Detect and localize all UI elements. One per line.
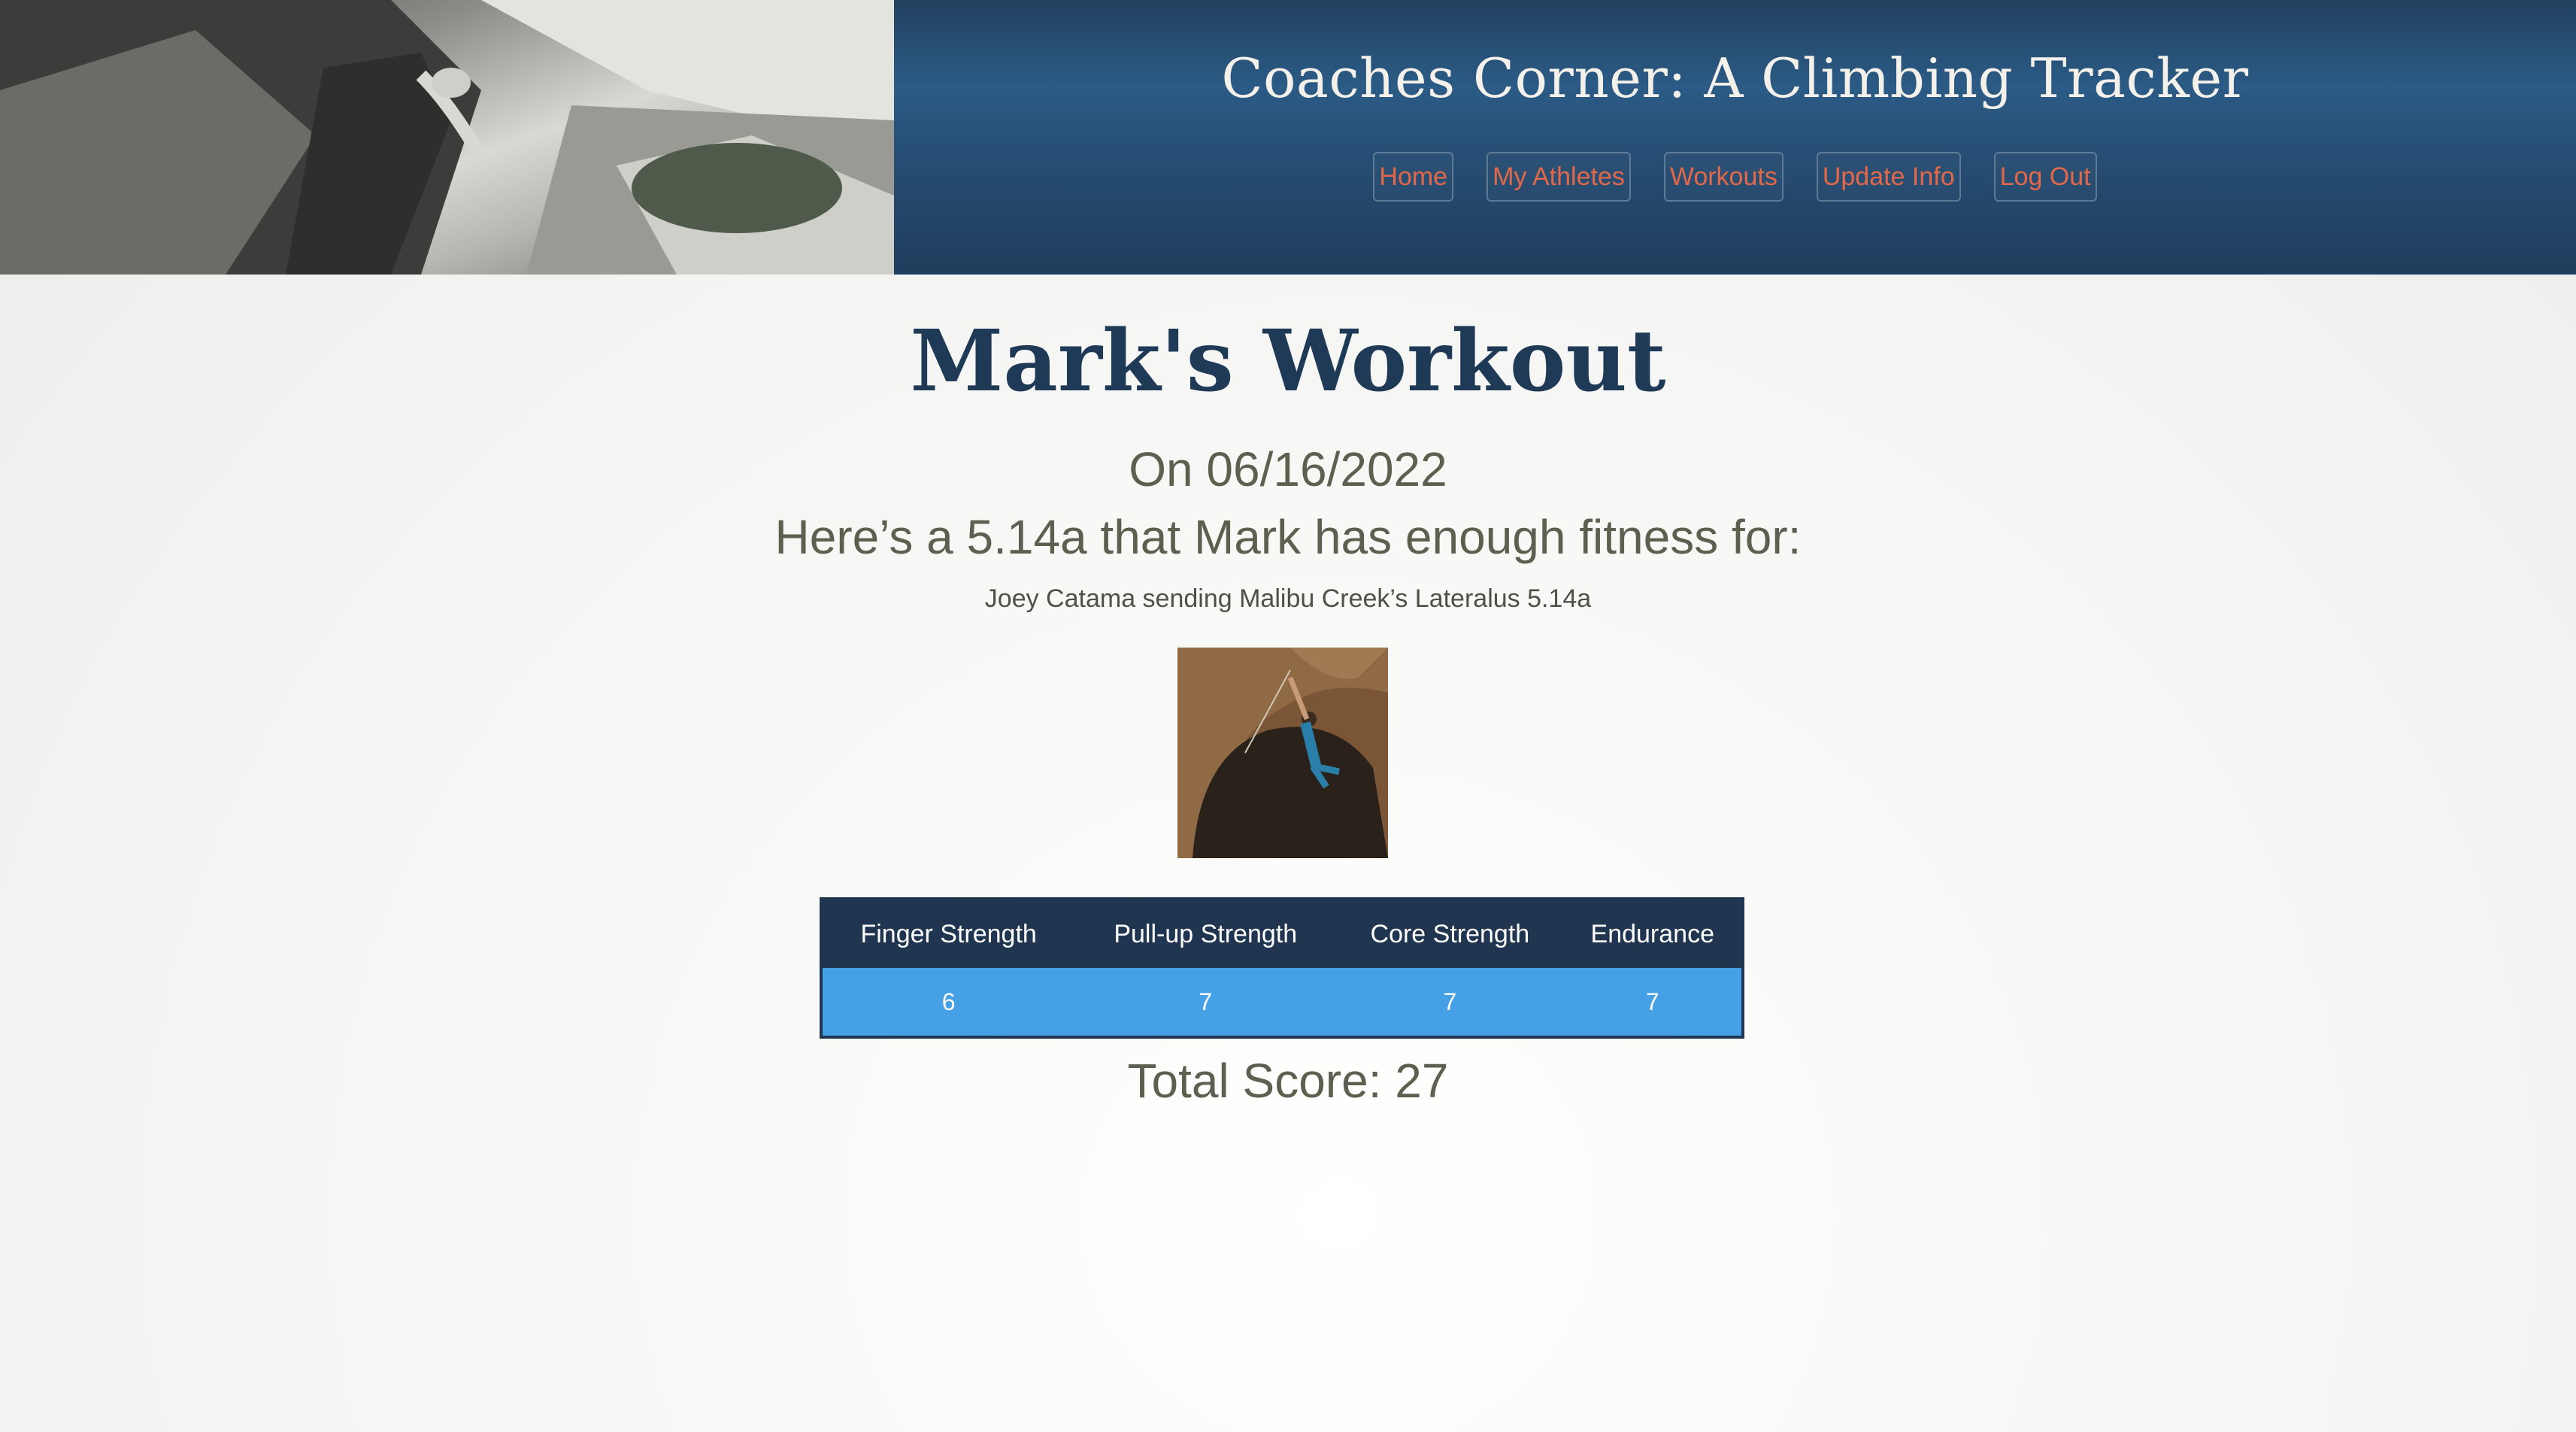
header-endurance: Endurance — [1563, 899, 1743, 968]
workout-date: On 06/16/2022 — [1129, 442, 1447, 496]
header-climbing-photo — [0, 0, 894, 275]
value-core-strength: 7 — [1336, 968, 1564, 1037]
nav-my-athletes-link[interactable]: My Athletes — [1487, 152, 1631, 202]
workout-main: Mark's Workout On 06/16/2022 Here’s a 5.… — [0, 275, 2576, 1432]
fitness-statement: Here’s a 5.14a that Mark has enough fitn… — [774, 510, 1802, 564]
climbing-route-photo — [1177, 648, 1388, 858]
value-finger-strength: 6 — [821, 968, 1075, 1037]
site-header: Coaches Corner: A Climbing Tracker Home … — [0, 0, 2576, 275]
header-finger-strength: Finger Strength — [821, 899, 1075, 968]
value-pullup-strength: 7 — [1074, 968, 1337, 1037]
table-header-row: Finger Strength Pull-up Strength Core St… — [821, 899, 1743, 968]
header-pullup-strength: Pull-up Strength — [1074, 899, 1337, 968]
nav-workouts-link[interactable]: Workouts — [1663, 152, 1784, 202]
main-nav: Home My Athletes Workouts Update Info Lo… — [894, 152, 2576, 202]
header-core-strength: Core Strength — [1336, 899, 1564, 968]
header-banner: Coaches Corner: A Climbing Tracker Home … — [894, 0, 2576, 275]
site-title: Coaches Corner: A Climbing Tracker — [1221, 47, 2249, 110]
value-endurance: 7 — [1563, 968, 1743, 1037]
nav-home-link[interactable]: Home — [1373, 152, 1454, 202]
fitness-scores-table: Finger Strength Pull-up Strength Core St… — [820, 897, 1744, 1039]
table-row: 6 7 7 7 — [821, 968, 1743, 1037]
nav-update-info-link[interactable]: Update Info — [1816, 152, 1961, 202]
page-title: Mark's Workout — [910, 312, 1666, 411]
nav-log-out-link[interactable]: Log Out — [1993, 152, 2097, 202]
total-score: Total Score: 27 — [1127, 1054, 1449, 1108]
photo-caption: Joey Catama sending Malibu Creek’s Later… — [984, 584, 1592, 613]
